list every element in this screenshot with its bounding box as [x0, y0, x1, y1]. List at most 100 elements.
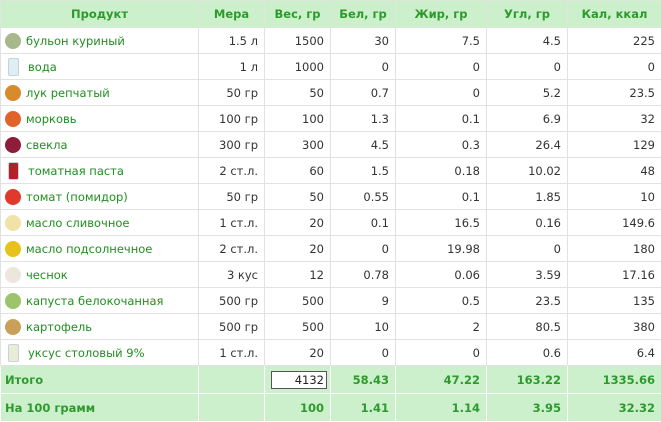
cell-weight: 12	[265, 262, 331, 288]
product-name-link[interactable]: лук репчатый	[26, 86, 110, 100]
per100-label: На 100 грамм	[1, 394, 199, 422]
carrot-icon	[5, 111, 21, 127]
cell-measure: 50 гр	[199, 80, 265, 106]
cell-kcal: 17.16	[568, 262, 661, 288]
per100-carbs: 3.95	[487, 394, 568, 422]
cell-protein: 10	[331, 314, 396, 340]
cell-fat: 16.5	[396, 210, 487, 236]
table-row: масло подсолнечное2 ст.л.20019.980180	[1, 236, 661, 262]
cell-measure: 100 гр	[199, 106, 265, 132]
product-name-link[interactable]: свекла	[26, 138, 68, 152]
cell-fat: 0.1	[396, 106, 487, 132]
cell-fat: 0	[396, 54, 487, 80]
total-carbs: 163.22	[487, 366, 568, 394]
cell-measure: 1.5 л	[199, 28, 265, 54]
recipe-nutrition-table: Продукт Мера Вес, гр Бел, гр Жир, гр Угл…	[0, 0, 661, 422]
product-name-link[interactable]: томатная паста	[28, 164, 124, 178]
cell-measure: 50 гр	[199, 184, 265, 210]
product-name-link[interactable]: масло сливочное	[26, 216, 129, 230]
cell-protein: 0	[331, 54, 396, 80]
table-row: томат (помидор)50 гр500.550.11.8510	[1, 184, 661, 210]
cell-carbs: 26.4	[487, 132, 568, 158]
cell-carbs: 23.5	[487, 288, 568, 314]
product-name-link[interactable]: капуста белокочанная	[26, 294, 163, 308]
cell-kcal: 0	[568, 54, 661, 80]
cell-fat: 19.98	[396, 236, 487, 262]
cell-kcal: 32	[568, 106, 661, 132]
table-row: бульон куриный1.5 л1500307.54.5225	[1, 28, 661, 54]
cell-kcal: 180	[568, 236, 661, 262]
butter-icon	[5, 215, 21, 231]
cell-fat: 0.06	[396, 262, 487, 288]
cell-fat: 0.18	[396, 158, 487, 184]
product-name-link[interactable]: уксус столовый 9%	[28, 346, 145, 360]
cell-protein: 1.5	[331, 158, 396, 184]
per100-weight: 100	[265, 394, 331, 422]
cell-carbs: 10.02	[487, 158, 568, 184]
cell-carbs: 0	[487, 236, 568, 262]
cell-measure: 3 кус	[199, 262, 265, 288]
cell-weight: 20	[265, 210, 331, 236]
cell-measure: 300 гр	[199, 132, 265, 158]
product-name-link[interactable]: чеснок	[26, 268, 68, 282]
product-name-link[interactable]: масло подсолнечное	[26, 242, 152, 256]
product-name-link[interactable]: бульон куриный	[26, 34, 125, 48]
cell-fat: 7.5	[396, 28, 487, 54]
cell-weight: 50	[265, 80, 331, 106]
per100-measure	[199, 394, 265, 422]
header-fat: Жир, гр	[396, 1, 487, 28]
cell-carbs: 0	[487, 54, 568, 80]
header-kcal: Кал, ккал	[568, 1, 661, 28]
cabbage-icon	[5, 293, 21, 309]
cell-kcal: 135	[568, 288, 661, 314]
cell-carbs: 5.2	[487, 80, 568, 106]
tomato-paste-icon	[8, 162, 19, 180]
product-name-link[interactable]: морковь	[26, 112, 77, 126]
table-row: чеснок3 кус120.780.063.5917.16	[1, 262, 661, 288]
cell-kcal: 225	[568, 28, 661, 54]
product-name-link[interactable]: картофель	[26, 320, 92, 334]
cell-protein: 0	[331, 236, 396, 262]
cell-weight: 1000	[265, 54, 331, 80]
product-name-link[interactable]: вода	[28, 60, 57, 74]
water-glass-icon	[8, 58, 19, 76]
total-weight-cell: 4132	[265, 366, 331, 394]
cell-weight: 1500	[265, 28, 331, 54]
header-carbs: Угл, гр	[487, 1, 568, 28]
header-product: Продукт	[1, 1, 199, 28]
cell-fat: 0.1	[396, 184, 487, 210]
table-row: томатная паста2 ст.л.601.50.1810.0248	[1, 158, 661, 184]
product-name-link[interactable]: томат (помидор)	[26, 190, 128, 204]
cell-fat: 0	[396, 80, 487, 106]
table-row: вода1 л10000000	[1, 54, 661, 80]
product-cell: масло сливочное	[1, 210, 199, 236]
cell-protein: 30	[331, 28, 396, 54]
total-weight-input[interactable]: 4132	[271, 371, 327, 389]
onion-icon	[5, 85, 21, 101]
product-cell: томат (помидор)	[1, 184, 199, 210]
beet-icon	[5, 137, 21, 153]
cell-carbs: 0.6	[487, 340, 568, 366]
per-100-grams-row: На 100 грамм 100 1.41 1.14 3.95 32.32	[1, 394, 661, 422]
cell-measure: 500 гр	[199, 288, 265, 314]
cell-measure: 2 ст.л.	[199, 158, 265, 184]
cell-weight: 500	[265, 314, 331, 340]
cell-protein: 0.1	[331, 210, 396, 236]
cell-fat: 0.5	[396, 288, 487, 314]
header-weight: Вес, гр	[265, 1, 331, 28]
product-cell: уксус столовый 9%	[1, 340, 199, 366]
cell-measure: 2 ст.л.	[199, 236, 265, 262]
product-cell: морковь	[1, 106, 199, 132]
cell-carbs: 0.16	[487, 210, 568, 236]
cell-weight: 20	[265, 340, 331, 366]
header-protein: Бел, гр	[331, 1, 396, 28]
cell-carbs: 6.9	[487, 106, 568, 132]
table-row: лук репчатый50 гр500.705.223.5	[1, 80, 661, 106]
cell-weight: 100	[265, 106, 331, 132]
potato-icon	[5, 319, 21, 335]
per100-kcal: 32.32	[568, 394, 661, 422]
header-measure: Мера	[199, 1, 265, 28]
per100-protein: 1.41	[331, 394, 396, 422]
cell-weight: 500	[265, 288, 331, 314]
cell-kcal: 6.4	[568, 340, 661, 366]
